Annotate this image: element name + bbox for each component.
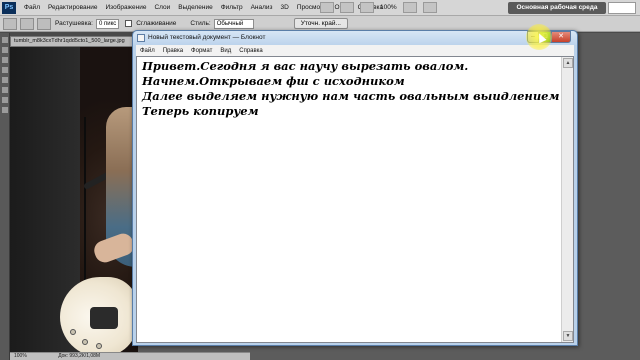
bridge-button[interactable] [320, 2, 334, 13]
ps-menu-filter[interactable]: Фильтр [217, 0, 247, 16]
photo-guitar-knob [96, 343, 102, 349]
notepad-text-area[interactable]: Привет.Сегодня я вас научу вырезать овал… [136, 56, 574, 343]
marquee-tool-preset-icon[interactable] [3, 17, 17, 30]
extras-button[interactable] [360, 2, 374, 13]
photo-guitar-knob [82, 339, 88, 345]
notepad-title: Новый текстовый документ — Блокнот [148, 34, 266, 41]
lasso-tool-icon[interactable] [1, 57, 8, 63]
arrange-button[interactable] [422, 2, 437, 13]
scroll-up-arrow-icon[interactable]: ▲ [563, 58, 573, 68]
status-doc-info: Док: 993,2К/1,08M [58, 353, 101, 359]
scroll-down-arrow-icon[interactable]: ▼ [563, 331, 573, 341]
ps-menubar-tools: 100% [320, 2, 437, 13]
crop-tool-icon[interactable] [1, 77, 8, 83]
search-input[interactable] [608, 2, 636, 14]
document-canvas-photo[interactable] [10, 47, 138, 352]
notepad-titlebar[interactable]: Новый текстовый документ — Блокнот – □ ✕ [133, 31, 577, 45]
document-tab[interactable]: tumblr_m8k3cxTdhr1qdd5cto1_500_large.jpg [10, 36, 138, 47]
text-line: Далее выделяем нужную нам часть овальным… [142, 89, 560, 103]
move-tool-icon[interactable] [1, 37, 8, 43]
document-status-bar: 100% Док: 993,2К/1,08M [10, 352, 250, 360]
close-button[interactable]: ✕ [551, 31, 571, 43]
eyedropper-tool-icon[interactable] [1, 87, 8, 93]
status-zoom: 100% [14, 353, 27, 359]
np-menu-file[interactable]: Файл [136, 48, 159, 54]
ps-menu-edit[interactable]: Редактирование [44, 0, 102, 16]
notepad-menubar: Файл Правка Формат Вид Справка [136, 45, 574, 56]
text-line: Теперь копируем [142, 104, 259, 118]
ps-menu-analysis[interactable]: Анализ [247, 0, 277, 16]
feather-field[interactable]: 0 пикс [95, 18, 120, 29]
photo-pickguard [90, 307, 118, 329]
style-label: Стиль: [190, 20, 211, 27]
text-line: Привет.Сегодня я вас научу вырезать овал… [142, 59, 469, 73]
marquee-tool-icon[interactable] [1, 47, 8, 53]
np-menu-edit[interactable]: Правка [159, 48, 187, 54]
ps-menu-layers[interactable]: Слои [150, 0, 174, 16]
vertical-scrollbar[interactable]: ▲ ▼ [561, 57, 573, 342]
screen-mode-button[interactable] [402, 2, 417, 13]
ps-menu-3d[interactable]: 3D [277, 0, 293, 16]
notepad-app-icon [137, 34, 145, 42]
notepad-window: Новый текстовый документ — Блокнот – □ ✕… [132, 30, 578, 346]
style-select[interactable]: Обычный [213, 18, 254, 29]
np-menu-format[interactable]: Формат [187, 48, 216, 54]
notepad-content: Привет.Сегодня я вас научу вырезать овал… [142, 59, 562, 119]
workspace-button[interactable]: Основная рабочая среда [508, 2, 606, 14]
ps-menu-image[interactable]: Изображение [102, 0, 151, 16]
np-menu-view[interactable]: Вид [216, 48, 235, 54]
ps-menu-select[interactable]: Выделение [174, 0, 216, 16]
photoshop-logo: Ps [2, 1, 16, 14]
brush-tool-icon[interactable] [1, 97, 8, 103]
tools-panel [0, 33, 10, 360]
photoshop-menubar: Ps Файл Редактирование Изображение Слои … [0, 0, 640, 16]
np-menu-help[interactable]: Справка [235, 48, 267, 54]
ps-menu-file[interactable]: Файл [20, 0, 44, 16]
minibridge-button[interactable] [340, 2, 354, 13]
zoom-level[interactable]: 100% [380, 4, 397, 11]
photo-guitar-knob [70, 329, 76, 335]
antialias-checkbox[interactable] [125, 20, 133, 27]
magic-wand-tool-icon[interactable] [1, 67, 8, 73]
add-selection-icon[interactable] [37, 17, 51, 30]
antialias-label: Сглаживание [136, 20, 177, 27]
eraser-tool-icon[interactable] [1, 107, 8, 113]
refine-edge-button[interactable]: Уточн. край... [293, 18, 348, 29]
feather-label: Растушевка: [55, 20, 93, 27]
text-line: Начнем.Открываем фш с исходником [142, 74, 405, 88]
new-selection-icon[interactable] [20, 17, 34, 30]
